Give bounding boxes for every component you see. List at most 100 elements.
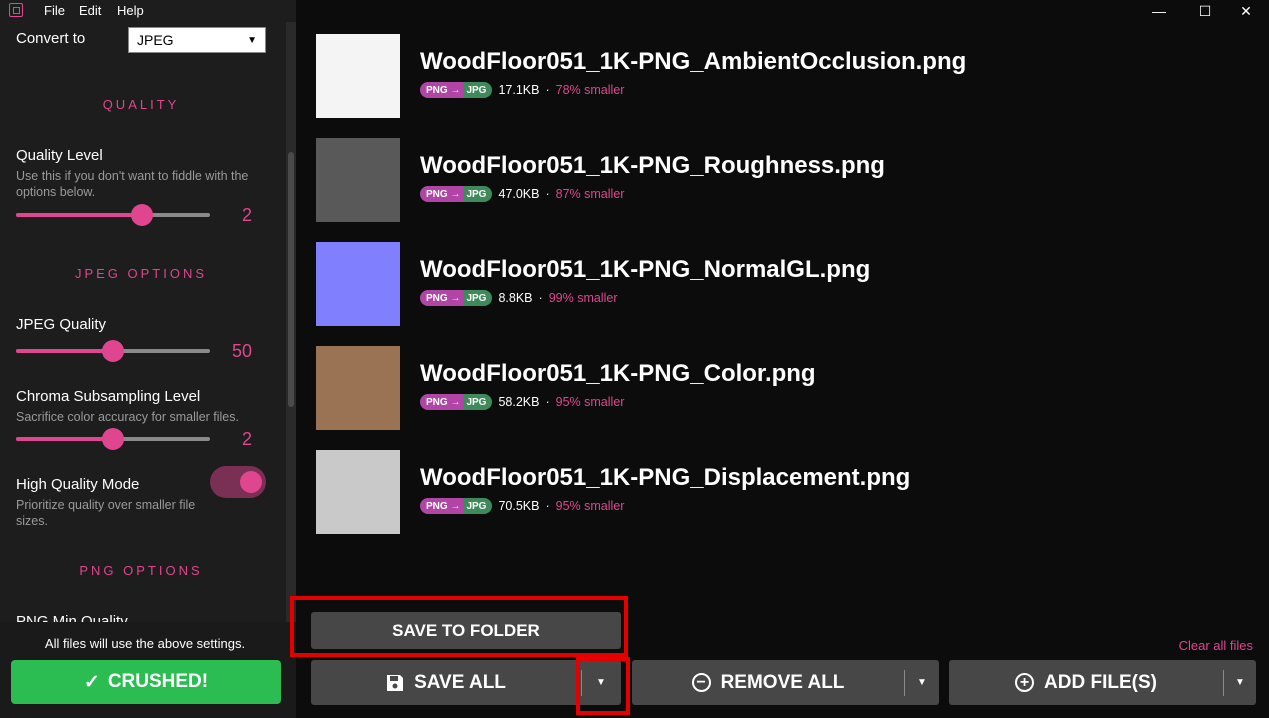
separator-dot: ·	[545, 83, 550, 97]
settings-note: All files will use the above settings.	[44, 636, 246, 651]
hq-mode-toggle[interactable]	[210, 466, 266, 498]
highlight-box	[576, 657, 630, 715]
badge-to: JPG	[463, 82, 493, 98]
file-name: WoodFloor051_1K-PNG_Displacement.png	[420, 464, 911, 491]
slider-fill	[16, 213, 143, 217]
chevron-down-icon: ▼	[247, 34, 257, 46]
caret-down-icon: ▼	[1235, 677, 1245, 688]
convert-to-value: JPEG	[137, 32, 174, 48]
jpeg-quality-slider[interactable]	[16, 340, 210, 362]
jpeg-quality-label: JPEG Quality	[16, 316, 107, 333]
file-name: WoodFloor051_1K-PNG_Roughness.png	[420, 152, 885, 179]
minimize-button[interactable]: —	[1136, 0, 1182, 22]
menu-edit[interactable]: Edit	[79, 3, 101, 18]
settings-scroll-area: Convert to JPEG ▼ QUALITY Quality Level …	[0, 22, 286, 622]
sidebar-footer: All files will use the above settings. ✓…	[0, 622, 296, 718]
slider-thumb[interactable]	[102, 428, 124, 450]
badge-to: JPG	[463, 498, 493, 514]
file-item[interactable]: WoodFloor051_1K-PNG_Roughness.png PNG → JP…	[316, 138, 1216, 222]
separator-dot: ·	[545, 187, 550, 201]
file-meta: PNG → JPG 8.8KB · 99% smaller	[420, 290, 617, 306]
file-name: WoodFloor051_1K-PNG_NormalGL.png	[420, 256, 871, 283]
conversion-badge: PNG → JPG	[420, 394, 493, 410]
separator-dot: ·	[545, 395, 550, 409]
crushed-label: CRUSHED!	[107, 671, 209, 692]
badge-from: PNG →	[420, 290, 464, 306]
badge-from: PNG →	[420, 498, 464, 514]
file-thumbnail	[316, 346, 400, 430]
remove-all-button-group: − REMOVE ALL ▼	[632, 660, 939, 705]
hq-mode-label: High Quality Mode	[16, 476, 140, 493]
menu-help[interactable]: Help	[117, 3, 144, 18]
file-thumbnail	[316, 242, 400, 326]
app-window: File Edit Help Convert to JPEG ▼ QUALITY…	[0, 0, 1269, 718]
convert-to-select[interactable]: JPEG ▼	[128, 27, 266, 53]
slider-thumb[interactable]	[102, 340, 124, 362]
quality-section-title: QUALITY	[102, 97, 180, 112]
add-files-button-group: + ADD FILE(S) ▼	[949, 660, 1256, 705]
file-size: 8.8KB	[498, 291, 533, 305]
minus-circle-icon: −	[691, 673, 711, 692]
slider-thumb[interactable]	[131, 204, 154, 226]
file-meta: PNG → JPG 58.2KB · 95% smaller	[420, 394, 624, 410]
add-files-dropdown-button[interactable]: ▼	[1224, 660, 1256, 705]
remove-all-button[interactable]: − REMOVE ALL	[632, 660, 904, 705]
slider-fill	[16, 349, 113, 353]
separator-dot: ·	[545, 499, 550, 513]
save-all-button[interactable]: SAVE ALL	[311, 660, 581, 705]
badge-to: JPG	[463, 394, 493, 410]
sidebar-scrollbar[interactable]	[286, 22, 296, 622]
toggle-knob	[240, 471, 262, 493]
size-saving: 95% smaller	[555, 395, 625, 409]
remove-all-dropdown-button[interactable]: ▼	[905, 660, 939, 705]
file-item[interactable]: WoodFloor051_1K-PNG_Color.png PNG → JPG 58.…	[316, 346, 1216, 430]
format-from: PNG	[426, 396, 448, 408]
quality-level-desc: Use this if you don't want to fiddle wit…	[16, 169, 249, 199]
chroma-desc: Sacrifice color accuracy for smaller fil…	[16, 410, 239, 424]
file-size: 58.2KB	[498, 395, 540, 409]
file-size: 70.5KB	[498, 499, 540, 513]
plus-circle-icon: +	[1015, 673, 1035, 692]
size-saving: 87% smaller	[555, 187, 625, 201]
file-item[interactable]: WoodFloor051_1K-PNG_Displacement.png PNG …	[316, 450, 1216, 534]
separator-dot: ·	[538, 291, 543, 305]
file-thumbnail	[316, 138, 400, 222]
add-files-button[interactable]: + ADD FILE(S)	[949, 660, 1223, 705]
png-section-title: PNG OPTIONS	[79, 563, 203, 578]
size-saving: 95% smaller	[555, 499, 625, 513]
jpeg-quality-value: 50	[231, 341, 252, 361]
save-to-folder-button[interactable]: SAVE TO FOLDER	[311, 612, 621, 649]
file-item[interactable]: WoodFloor051_1K-PNG_NormalGL.png PNG → JPG…	[316, 242, 1216, 326]
chroma-label: Chroma Subsampling Level	[16, 388, 201, 405]
clear-all-link[interactable]: Clear all files	[1179, 638, 1253, 653]
badge-from: PNG →	[420, 82, 464, 98]
close-button[interactable]: ✕	[1223, 0, 1269, 22]
convert-to-label: Convert to	[16, 30, 86, 47]
remove-all-label: REMOVE ALL	[720, 671, 845, 693]
badge-to: JPG	[463, 186, 493, 202]
badge-from: PNG →	[420, 186, 464, 202]
slider-fill	[16, 437, 113, 441]
file-thumbnail	[316, 34, 400, 118]
file-item[interactable]: WoodFloor051_1K-PNG_AmbientOcclusion.png…	[316, 34, 1216, 118]
file-thumbnail	[316, 450, 400, 534]
save-all-label: SAVE ALL	[414, 671, 506, 693]
settings-sidebar: File Edit Help Convert to JPEG ▼ QUALITY…	[0, 0, 296, 718]
conversion-badge: PNG → JPG	[420, 186, 493, 202]
crushed-button[interactable]: ✓ CRUSHED!	[11, 660, 281, 704]
format-from: PNG	[426, 500, 448, 512]
caret-down-icon: ▼	[917, 677, 927, 688]
maximize-button[interactable]: ☐	[1182, 0, 1228, 22]
app-logo-icon	[9, 3, 23, 17]
size-saving: 78% smaller	[555, 83, 625, 97]
chroma-slider[interactable]	[16, 428, 210, 450]
menu-file[interactable]: File	[44, 3, 65, 18]
file-meta: PNG → JPG 17.1KB · 78% smaller	[420, 82, 624, 98]
floppy-disk-icon	[387, 674, 404, 691]
save-all-button-group: SAVE ALL ▼	[311, 660, 621, 705]
quality-level-slider[interactable]	[16, 204, 210, 226]
png-min-quality-label: PNG Min Quality	[16, 613, 128, 622]
jpeg-section-title: JPEG OPTIONS	[74, 266, 208, 281]
hq-mode-desc: Prioritize quality over smaller file siz…	[16, 498, 196, 528]
scrollbar-thumb[interactable]	[288, 152, 294, 407]
